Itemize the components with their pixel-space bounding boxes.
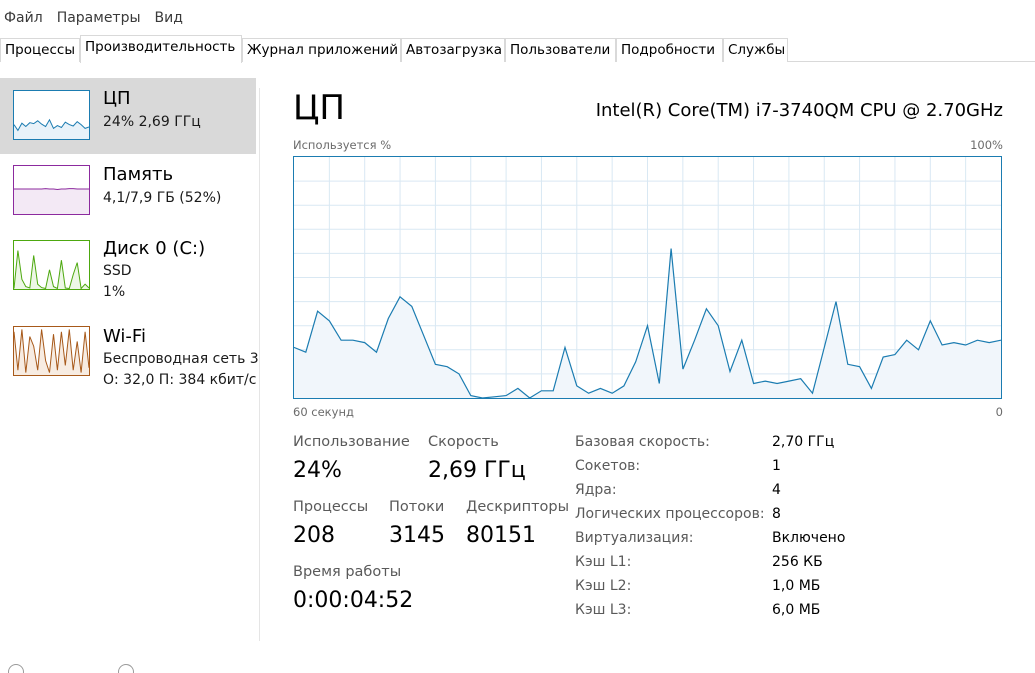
handles-label: Дескрипторы bbox=[466, 499, 570, 515]
menu-options[interactable]: Параметры bbox=[57, 10, 141, 26]
memory-sparkline bbox=[13, 165, 90, 215]
usage-label: Использование bbox=[293, 434, 410, 450]
info-label-l1-cache: Кэш L1: bbox=[575, 554, 632, 570]
uptime-label: Время работы bbox=[293, 564, 402, 580]
processes-value: 208 bbox=[293, 523, 335, 548]
info-value-base-speed: 2,70 ГГц bbox=[772, 434, 835, 450]
tab-services[interactable]: Службы bbox=[723, 38, 788, 62]
fewer-details-icon[interactable] bbox=[8, 664, 24, 673]
wifi-sparkline bbox=[13, 326, 90, 376]
speed-label: Скорость bbox=[428, 434, 499, 450]
sidebar-item-detail-2: О: 32,0 П: 384 кбит/с bbox=[103, 372, 257, 388]
info-value-l3-cache: 6,0 МБ bbox=[772, 602, 821, 618]
info-value-sockets: 1 bbox=[772, 458, 781, 474]
tab-bar: Процессы Производительность Журнал прило… bbox=[0, 35, 1035, 63]
tab-users[interactable]: Пользователи bbox=[505, 38, 616, 62]
sidebar-item-wifi[interactable]: Wi-Fi Беспроводная сеть 3 О: 32,0 П: 384… bbox=[0, 316, 259, 392]
sidebar-item-disk[interactable]: Диск 0 (C:) SSD 1% bbox=[0, 230, 256, 306]
info-label-logical-processors: Логических процессоров: bbox=[575, 506, 765, 522]
info-value-cores: 4 bbox=[772, 482, 781, 498]
cpu-sparkline bbox=[13, 90, 90, 140]
sidebar-item-title: ЦП bbox=[103, 88, 131, 109]
info-label-l2-cache: Кэш L2: bbox=[575, 578, 632, 594]
sidebar-item-detail: 4,1/7,9 ГБ (52%) bbox=[103, 190, 222, 206]
cpu-model-name: Intel(R) Core(TM) i7-3740QM CPU @ 2.70GH… bbox=[595, 100, 1003, 121]
tab-startup[interactable]: Автозагрузка bbox=[401, 38, 505, 62]
tab-details[interactable]: Подробности bbox=[616, 38, 723, 62]
sparkline-line bbox=[14, 188, 89, 191]
graph-x-start-label: 60 секунд bbox=[293, 405, 354, 419]
cpu-usage-chart bbox=[294, 157, 1001, 398]
resource-monitor-icon[interactable] bbox=[118, 664, 134, 673]
info-value-l1-cache: 256 КБ bbox=[772, 554, 823, 570]
disk-sparkline bbox=[13, 240, 90, 290]
sidebar-item-detail-2: 1% bbox=[103, 284, 126, 300]
info-value-logical-processors: 8 bbox=[772, 506, 781, 522]
uptime-value: 0:00:04:52 bbox=[293, 588, 414, 613]
info-label-l3-cache: Кэш L3: bbox=[575, 602, 632, 618]
graph-y-label: Используется % bbox=[293, 138, 392, 152]
info-label-cores: Ядра: bbox=[575, 482, 617, 498]
page-title: ЦП bbox=[293, 88, 345, 128]
info-label-sockets: Сокетов: bbox=[575, 458, 641, 474]
cpu-usage-graph bbox=[293, 156, 1002, 399]
speed-value: 2,69 ГГц bbox=[428, 458, 526, 483]
sparkline-area bbox=[14, 250, 89, 289]
menu-bar: Файл Параметры Вид bbox=[0, 0, 1035, 36]
graph-y-max-label: 100% bbox=[970, 138, 1003, 152]
menu-file[interactable]: Файл bbox=[4, 10, 43, 26]
info-label-base-speed: Базовая скорость: bbox=[575, 434, 710, 450]
threads-label: Потоки bbox=[389, 499, 445, 515]
sidebar-item-detail: Беспроводная сеть 3 bbox=[103, 351, 259, 367]
sidebar-item-detail: 24% 2,69 ГГц bbox=[103, 114, 201, 130]
resource-sidebar: ЦП 24% 2,69 ГГц Память 4,1/7,9 ГБ (52%) … bbox=[0, 62, 259, 642]
panel-divider bbox=[259, 88, 260, 641]
info-label-virtualization: Виртуализация: bbox=[575, 530, 694, 546]
sidebar-item-cpu[interactable]: ЦП 24% 2,69 ГГц bbox=[0, 78, 256, 154]
handles-value: 80151 bbox=[466, 523, 536, 548]
processes-label: Процессы bbox=[293, 499, 369, 515]
sidebar-item-title: Память bbox=[103, 164, 174, 185]
cpu-detail-panel: ЦП Intel(R) Core(TM) i7-3740QM CPU @ 2.7… bbox=[293, 62, 1003, 642]
sparkline-area bbox=[14, 188, 89, 214]
tab-app-history[interactable]: Журнал приложений bbox=[242, 38, 401, 62]
graph-x-end-label: 0 bbox=[995, 405, 1003, 419]
tab-processes[interactable]: Процессы bbox=[0, 38, 80, 62]
sidebar-item-title: Диск 0 (C:) bbox=[103, 238, 206, 259]
tab-performance[interactable]: Производительность bbox=[80, 35, 242, 63]
sidebar-item-detail: SSD bbox=[103, 263, 132, 279]
threads-value: 3145 bbox=[389, 523, 445, 548]
sidebar-item-memory[interactable]: Память 4,1/7,9 ГБ (52%) bbox=[0, 154, 256, 230]
info-value-virtualization: Включено bbox=[772, 530, 846, 546]
usage-value: 24% bbox=[293, 458, 342, 483]
info-value-l2-cache: 1,0 МБ bbox=[772, 578, 821, 594]
sidebar-item-title: Wi-Fi bbox=[103, 326, 146, 347]
menu-view[interactable]: Вид bbox=[155, 10, 183, 26]
